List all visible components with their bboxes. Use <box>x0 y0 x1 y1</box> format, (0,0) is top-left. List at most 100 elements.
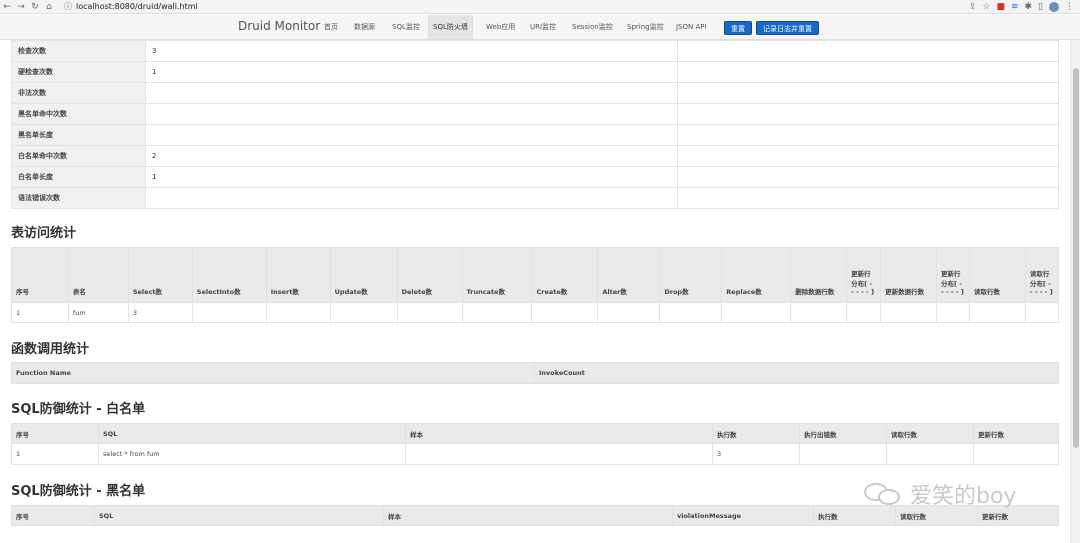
col-header[interactable]: 样本 <box>405 423 713 444</box>
stat-value <box>145 103 678 125</box>
col-header[interactable]: SQL <box>98 423 406 444</box>
cell <box>799 443 887 465</box>
col-header[interactable]: 表名 <box>67 247 129 303</box>
stat-extra <box>677 103 1059 125</box>
stat-extra <box>677 40 1059 62</box>
stat-value <box>145 124 678 146</box>
stat-extra <box>677 145 1059 167</box>
nav-sql-monitor[interactable]: SQL监控 <box>388 15 424 39</box>
col-header[interactable]: SQL <box>94 505 384 526</box>
col-header[interactable]: 更新行数 <box>973 423 1059 444</box>
brand-title[interactable]: Druid Monitor <box>238 19 320 33</box>
col-header[interactable]: 序号 <box>11 505 95 526</box>
col-header[interactable]: Update数 <box>329 247 398 303</box>
cell <box>880 302 938 323</box>
col-header[interactable]: 样本 <box>383 505 673 526</box>
stats-row: 硬检查次数 1 <box>11 61 1059 83</box>
col-header[interactable]: 序号 <box>11 423 99 444</box>
col-header[interactable]: 读取行分布[ - - - - - ] <box>1024 247 1060 303</box>
scrollbar-thumb[interactable] <box>1073 68 1079 448</box>
col-header[interactable]: 读取行数 <box>886 423 974 444</box>
col-header[interactable]: 读取行数 <box>968 247 1026 303</box>
puzzle-icon[interactable]: ✱ <box>1025 2 1033 12</box>
col-header[interactable]: violationMessage <box>672 505 814 526</box>
col-header[interactable]: Replace数 <box>721 247 792 303</box>
function-stats-heading: 函数调用统计 <box>11 342 90 357</box>
url-text[interactable]: localhost:8080/druid/wall.html <box>76 2 198 11</box>
col-header[interactable]: 删除数据行数 <box>790 247 848 303</box>
stats-row: 黑名单命中次数 <box>11 103 1059 125</box>
col-header[interactable]: Delete数 <box>396 247 463 303</box>
col-header[interactable]: 更新数据行数 <box>880 247 938 303</box>
cell <box>597 302 661 323</box>
col-header[interactable]: Select数 <box>127 247 193 303</box>
nav-json-api[interactable]: JSON API <box>672 15 711 39</box>
stat-label: 黑名单命中次数 <box>11 103 146 125</box>
cell <box>461 302 533 323</box>
extension-icon[interactable]: ■ <box>996 2 1005 12</box>
cell: 3 <box>127 302 193 323</box>
star-icon[interactable]: ☆ <box>982 2 990 12</box>
whitelist-heading: SQL防御统计 - 白名单 <box>11 402 146 417</box>
watermark-text: 爱笑的boy <box>910 484 1017 509</box>
col-header[interactable]: Truncate数 <box>461 247 533 303</box>
stats-row: 黑名单长度 <box>11 124 1059 146</box>
table-header-row: Function Name InvokeCount <box>11 362 1059 384</box>
col-header[interactable]: SelectInto数 <box>191 247 267 303</box>
stats-row: 检查次数 3 <box>11 40 1059 62</box>
stat-value: 2 <box>145 145 678 167</box>
cell <box>973 443 1059 465</box>
col-header[interactable]: InvokeCount <box>534 362 1059 384</box>
wifi-icon[interactable]: ≋ <box>1011 2 1019 12</box>
wechat-icon <box>864 481 904 507</box>
table-row: 1 select * from fum 3 <box>11 443 1059 465</box>
cell <box>936 302 970 323</box>
nav-datasource[interactable]: 数据源 <box>350 15 379 39</box>
stat-label: 白名单命中次数 <box>11 145 146 167</box>
cell <box>790 302 848 323</box>
col-header[interactable]: Function Name <box>11 362 535 384</box>
cell <box>721 302 792 323</box>
nav-web-app[interactable]: Web应用 <box>482 15 519 39</box>
home-icon[interactable]: ⌂ <box>42 2 56 12</box>
stat-label: 非法次数 <box>11 82 146 104</box>
col-header[interactable]: Drop数 <box>659 247 723 303</box>
col-header[interactable]: Insert数 <box>265 247 331 303</box>
page-scrollbar[interactable] <box>1070 40 1080 543</box>
menu-icon[interactable]: ⋮ <box>1065 2 1074 12</box>
reload-icon[interactable]: ↻ <box>28 2 42 12</box>
log-reset-button[interactable]: 记录日志并重置 <box>756 21 819 35</box>
info-icon[interactable]: ⓘ <box>64 1 72 12</box>
cell <box>531 302 599 323</box>
sidebar-icon[interactable]: ▯ <box>1038 2 1043 12</box>
forward-icon[interactable]: → <box>14 2 28 12</box>
col-header[interactable]: Create数 <box>531 247 599 303</box>
function-stats-table: Function Name InvokeCount <box>11 362 1059 384</box>
col-header[interactable]: 执行出错数 <box>799 423 887 444</box>
col-header[interactable]: 序号 <box>11 247 69 303</box>
nav-sql-firewall[interactable]: SQL防火墙 <box>428 15 473 39</box>
stat-label: 检查次数 <box>11 40 146 62</box>
col-header[interactable]: Alter数 <box>597 247 661 303</box>
stat-value <box>145 187 678 209</box>
col-header[interactable]: 更新行分布[ - - - - - ] <box>846 247 882 303</box>
back-icon[interactable]: ← <box>0 2 14 12</box>
cell <box>191 302 267 323</box>
blacklist-heading: SQL防御统计 - 黑名单 <box>11 484 146 499</box>
nav-session-monitor[interactable]: Session监控 <box>568 15 617 39</box>
cell: 3 <box>712 443 800 465</box>
stat-label: 语法错误次数 <box>11 187 146 209</box>
stat-extra <box>677 82 1059 104</box>
nav-spring-monitor[interactable]: Spring监控 <box>623 15 668 39</box>
stat-value: 1 <box>145 166 678 188</box>
stat-label: 白名单长度 <box>11 166 146 188</box>
address-bar[interactable]: ⓘ localhost:8080/druid/wall.html <box>64 1 969 12</box>
browser-toolbar: ← → ↻ ⌂ ⓘ localhost:8080/druid/wall.html… <box>0 0 1080 14</box>
reset-button[interactable]: 重置 <box>724 21 752 35</box>
nav-uri-monitor[interactable]: URI监控 <box>526 15 560 39</box>
col-header[interactable]: 执行数 <box>712 423 800 444</box>
col-header[interactable]: 更新行分布[ - - - - - ] <box>936 247 970 303</box>
nav-home[interactable]: 首页 <box>320 15 342 39</box>
profile-avatar[interactable] <box>1049 1 1059 12</box>
share-icon[interactable]: ⇪ <box>969 2 977 12</box>
